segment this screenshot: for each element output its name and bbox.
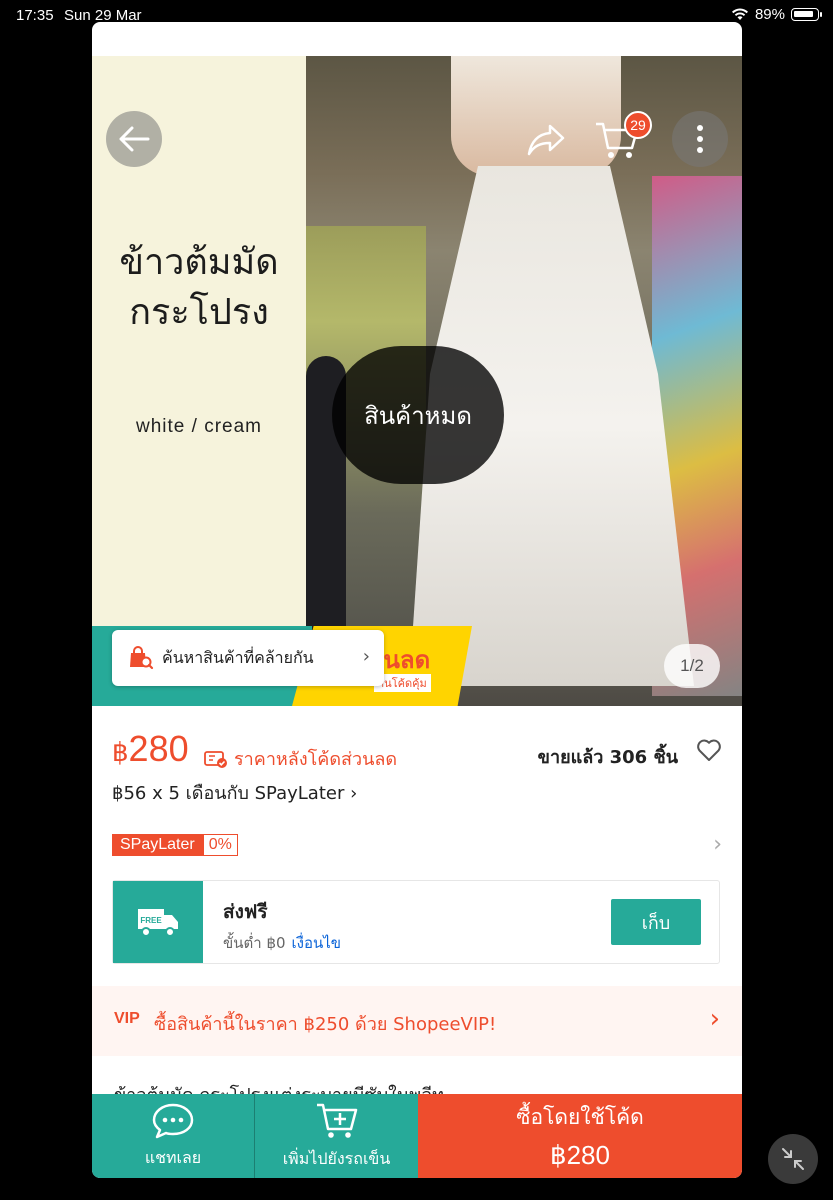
voucher-min-spend: ขั้นต่ำ ฿0	[223, 934, 286, 952]
product-image-title-line1: ข้าวต้มมัด	[119, 242, 279, 283]
chat-bubble-icon	[152, 1103, 194, 1138]
cart-count-badge: 29	[624, 111, 652, 139]
add-to-cart-button[interactable]: เพิ่มไปยังรถเข็น	[254, 1094, 418, 1178]
product-image-title: ข้าวต้มมัด กระโปรง	[92, 238, 306, 338]
bottom-action-bar: แชทเลย เพิ่มไปยังรถเข็น ซื้อโดยใช้โค้ด ฿…	[92, 1094, 742, 1178]
chat-label: แชทเลย	[144, 1147, 202, 1167]
add-to-cart-label: เพิ่มไปยังรถเข็น	[282, 1148, 391, 1168]
chevron-right-icon: ›	[362, 646, 370, 667]
spaylater-rate: 0%	[202, 834, 238, 856]
product-image-carousel[interactable]: ข้าวต้มมัด กระโปรง white / cream สินค้าห…	[92, 56, 742, 706]
price-note-label: ราคาหลังโค้ดส่วนลด	[234, 749, 398, 770]
chat-button[interactable]: แชทเลย	[92, 1094, 254, 1178]
more-vertical-icon	[697, 125, 703, 153]
status-time: 17:35	[16, 7, 54, 24]
find-similar-button[interactable]: ค้นหาสินค้าที่คล้ายกัน ›	[112, 630, 384, 686]
vip-icon: VIP	[114, 1010, 140, 1027]
more-options-button[interactable]	[672, 111, 728, 167]
status-right: 89%	[731, 6, 822, 23]
shopee-vip-banner[interactable]: VIP ซื้อสินค้านี้ในราคา ฿250 ด้วย Shopee…	[92, 986, 742, 1056]
chevron-right-icon: ›	[350, 783, 358, 804]
free-shipping-truck-icon: FREE	[138, 909, 178, 937]
product-page: ข้าวต้มมัด กระโปรง white / cream สินค้าห…	[92, 22, 742, 1178]
voucher-title: ส่งฟรี	[223, 901, 268, 923]
favorite-button[interactable]	[696, 738, 722, 766]
sold-out-badge: สินค้าหมด	[332, 346, 504, 484]
installment-link[interactable]: ฿56 x 5 เดือนกับ SPayLater ›	[112, 778, 357, 807]
find-similar-label: ค้นหาสินค้าที่คล้ายกัน	[162, 647, 314, 667]
price-after-code-note: ราคาหลังโค้ดส่วนลด	[204, 744, 397, 773]
vip-offer-text: ซื้อสินค้านี้ในราคา ฿250 ด้วย ShopeeVIP!	[154, 1014, 497, 1035]
buy-with-code-label: ซื้อโดยใช้โค้ด	[516, 1105, 644, 1129]
price-currency: ฿	[112, 737, 129, 767]
voucher-subtitle: ขั้นต่ำ ฿0 เงื่อนไข	[223, 931, 341, 955]
collect-voucher-button[interactable]: เก็บ	[611, 899, 701, 945]
voucher-check-icon	[204, 750, 227, 768]
installment-label: ฿56 x 5 เดือนกับ SPayLater	[112, 783, 345, 804]
share-icon	[527, 124, 565, 156]
spaylater-badge: SPayLater	[112, 834, 203, 856]
voucher-conditions-link[interactable]: เงื่อนไข	[292, 934, 342, 952]
product-image-title-line2: กระโปรง	[129, 292, 269, 333]
product-price: ฿280	[112, 728, 189, 770]
price-amount: 280	[128, 728, 189, 769]
product-image-subtitle: white / cream	[136, 416, 262, 437]
minimize-window-button[interactable]	[768, 1134, 818, 1184]
buy-price: ฿280	[550, 1140, 610, 1170]
sold-count: ขายแล้ว 306 ชิ้น	[537, 747, 678, 768]
add-to-cart-icon	[316, 1103, 357, 1138]
battery-icon	[791, 8, 822, 21]
battery-percent: 89%	[754, 6, 785, 23]
free-shipping-voucher: FREE ส่งฟรี ขั้นต่ำ ฿0 เงื่อนไข เก็บ	[112, 880, 720, 964]
heart-icon	[697, 739, 721, 761]
wifi-icon	[731, 8, 748, 20]
voucher-badge-panel: FREE	[113, 881, 203, 963]
free-badge-text: FREE	[140, 916, 162, 925]
back-button[interactable]	[106, 111, 162, 167]
chevron-right-icon: ›	[713, 832, 722, 857]
chevron-right-icon: ›	[709, 1004, 720, 1034]
price-row: ฿280 ราคาหลังโค้ดส่วนลด ขายแล้ว 306 ชิ้น	[112, 728, 722, 778]
shopping-bag-search-icon	[130, 646, 154, 670]
spaylater-row[interactable]: SPayLater 0% ›	[112, 830, 722, 860]
share-button[interactable]	[524, 118, 568, 162]
back-arrow-icon	[119, 126, 150, 152]
minimize-arrows-icon	[782, 1148, 804, 1170]
buy-with-code-button[interactable]: ซื้อโดยใช้โค้ด ฿280	[418, 1094, 742, 1178]
image-page-indicator: 1/2	[664, 644, 720, 688]
